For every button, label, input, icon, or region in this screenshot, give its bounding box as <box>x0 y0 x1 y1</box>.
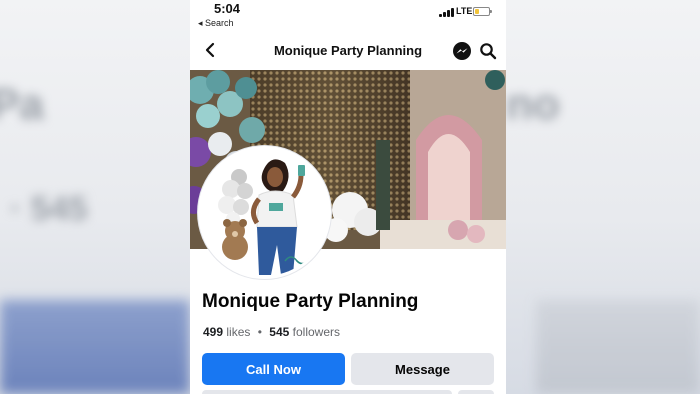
profile-picture[interactable] <box>198 146 331 279</box>
stats-separator: • <box>257 325 262 339</box>
back-chevron-icon[interactable] <box>202 41 220 59</box>
followers-count: 545 <box>269 325 290 339</box>
blurred-background-right: no <box>506 0 700 394</box>
page-stats: 499 likes • 545 followers <box>203 325 340 339</box>
phone-screen: 5:04 ◂ Search LTE Monique Party Planning <box>190 0 506 394</box>
nav-bar: Monique Party Planning <box>190 34 506 68</box>
message-button[interactable]: Message <box>351 353 494 385</box>
blurred-background-left: Pa · 545 <box>0 0 190 394</box>
back-to-search-link[interactable]: ◂ Search <box>198 18 234 29</box>
page-name: Monique Party Planning <box>202 291 419 312</box>
followers-label: followers <box>292 325 341 339</box>
likes-label: likes <box>226 325 251 339</box>
status-time: 5:04 <box>214 1 241 16</box>
profile-illustration <box>201 149 328 276</box>
battery-icon <box>473 7 492 16</box>
messenger-icon[interactable] <box>452 41 472 61</box>
status-bar: 5:04 ◂ Search LTE <box>190 0 506 32</box>
nav-title: Monique Party Planning <box>273 43 423 58</box>
search-icon[interactable] <box>479 42 497 60</box>
call-now-button[interactable]: Call Now <box>202 353 345 385</box>
network-label: LTE <box>456 6 473 16</box>
signal-icon <box>439 7 455 17</box>
secondary-actions-row[interactable] <box>202 390 452 394</box>
more-actions-button[interactable] <box>458 390 494 394</box>
likes-count: 499 <box>203 325 224 339</box>
